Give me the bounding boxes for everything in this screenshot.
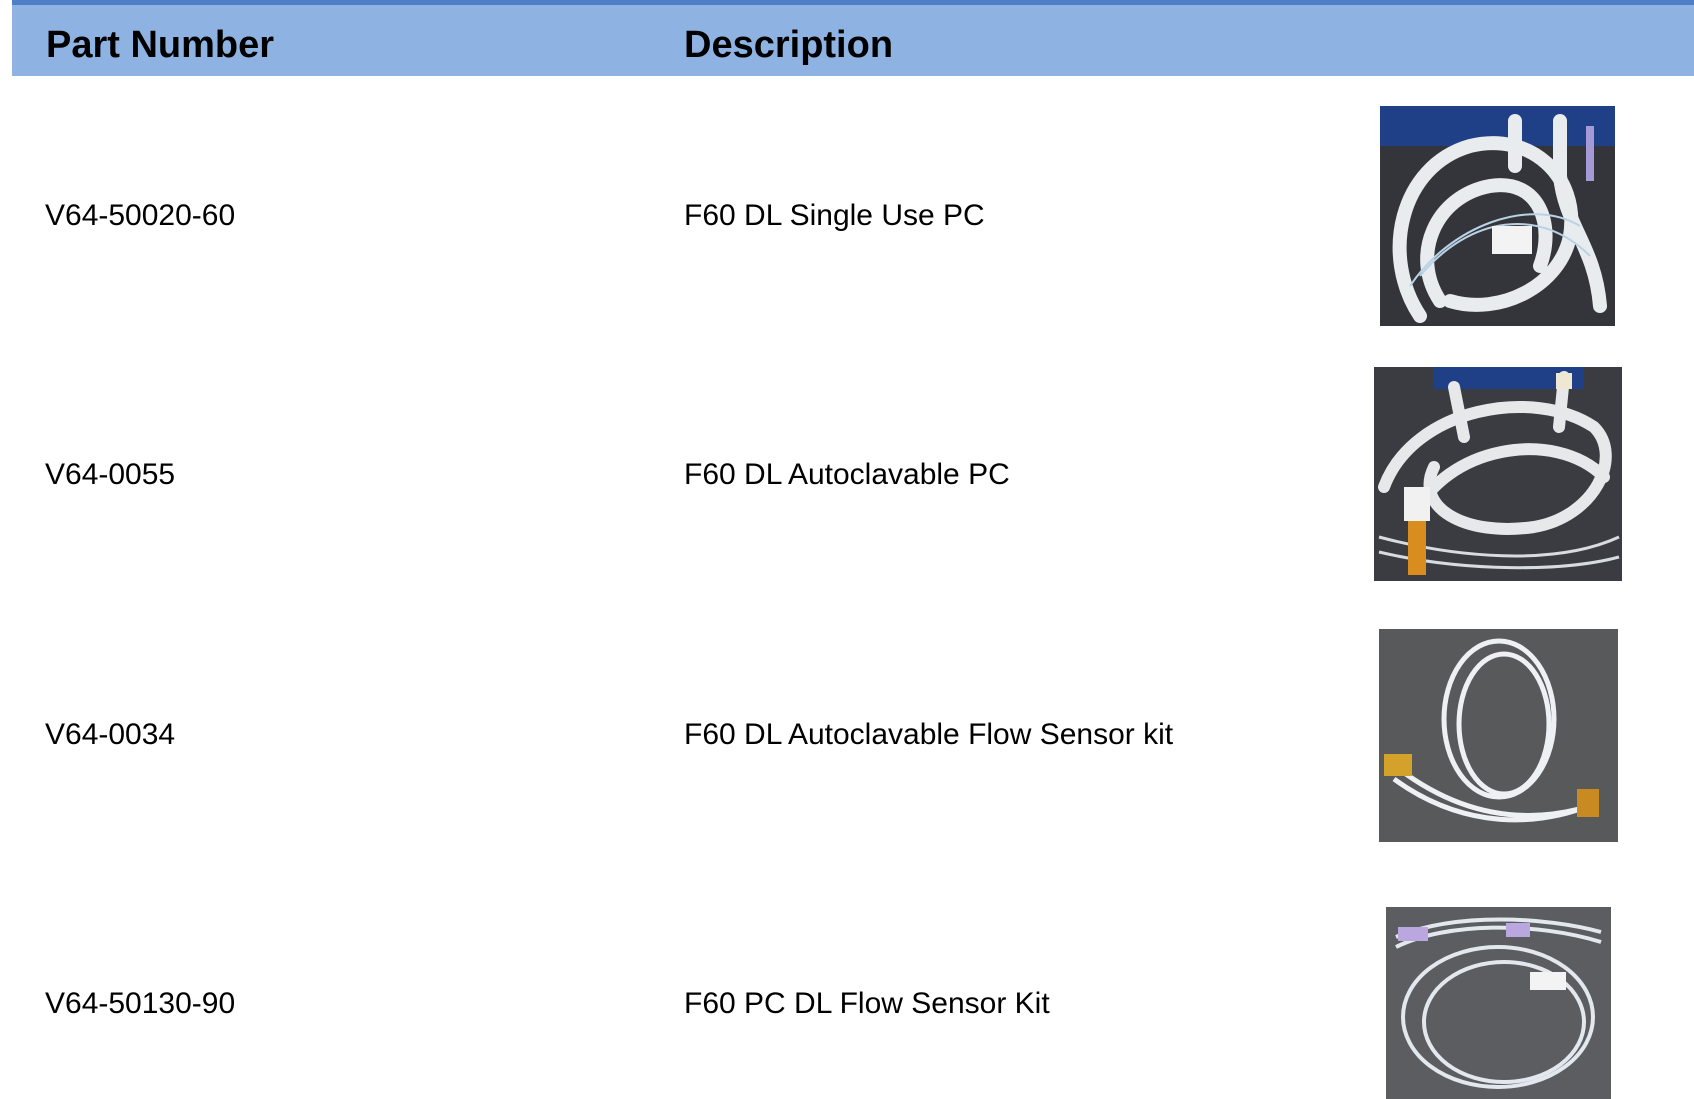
part-number-cell: V64-50020-60 <box>45 199 236 232</box>
column-header-part-number: Part Number <box>46 24 275 66</box>
product-image-single-use-circuit <box>1380 106 1615 326</box>
part-number-cell: V64-50130-90 <box>45 987 236 1020</box>
description-cell: F60 DL Autoclavable Flow Sensor kit <box>684 718 1174 751</box>
description-cell: F60 DL Autoclavable PC <box>684 458 1010 491</box>
part-number-cell: V64-0034 <box>45 718 176 751</box>
description-cell: F60 DL Single Use PC <box>684 199 985 232</box>
part-number-cell: V64-0055 <box>45 458 176 491</box>
product-image-autoclavable-circuit <box>1374 367 1622 581</box>
description-cell: F60 PC DL Flow Sensor Kit <box>684 987 1050 1020</box>
table-header: Part Number Description <box>12 5 1694 76</box>
column-header-description: Description <box>684 24 894 66</box>
product-image-autoclavable-flow-sensor-kit <box>1379 629 1618 842</box>
product-image-flow-sensor-kit <box>1386 907 1611 1099</box>
